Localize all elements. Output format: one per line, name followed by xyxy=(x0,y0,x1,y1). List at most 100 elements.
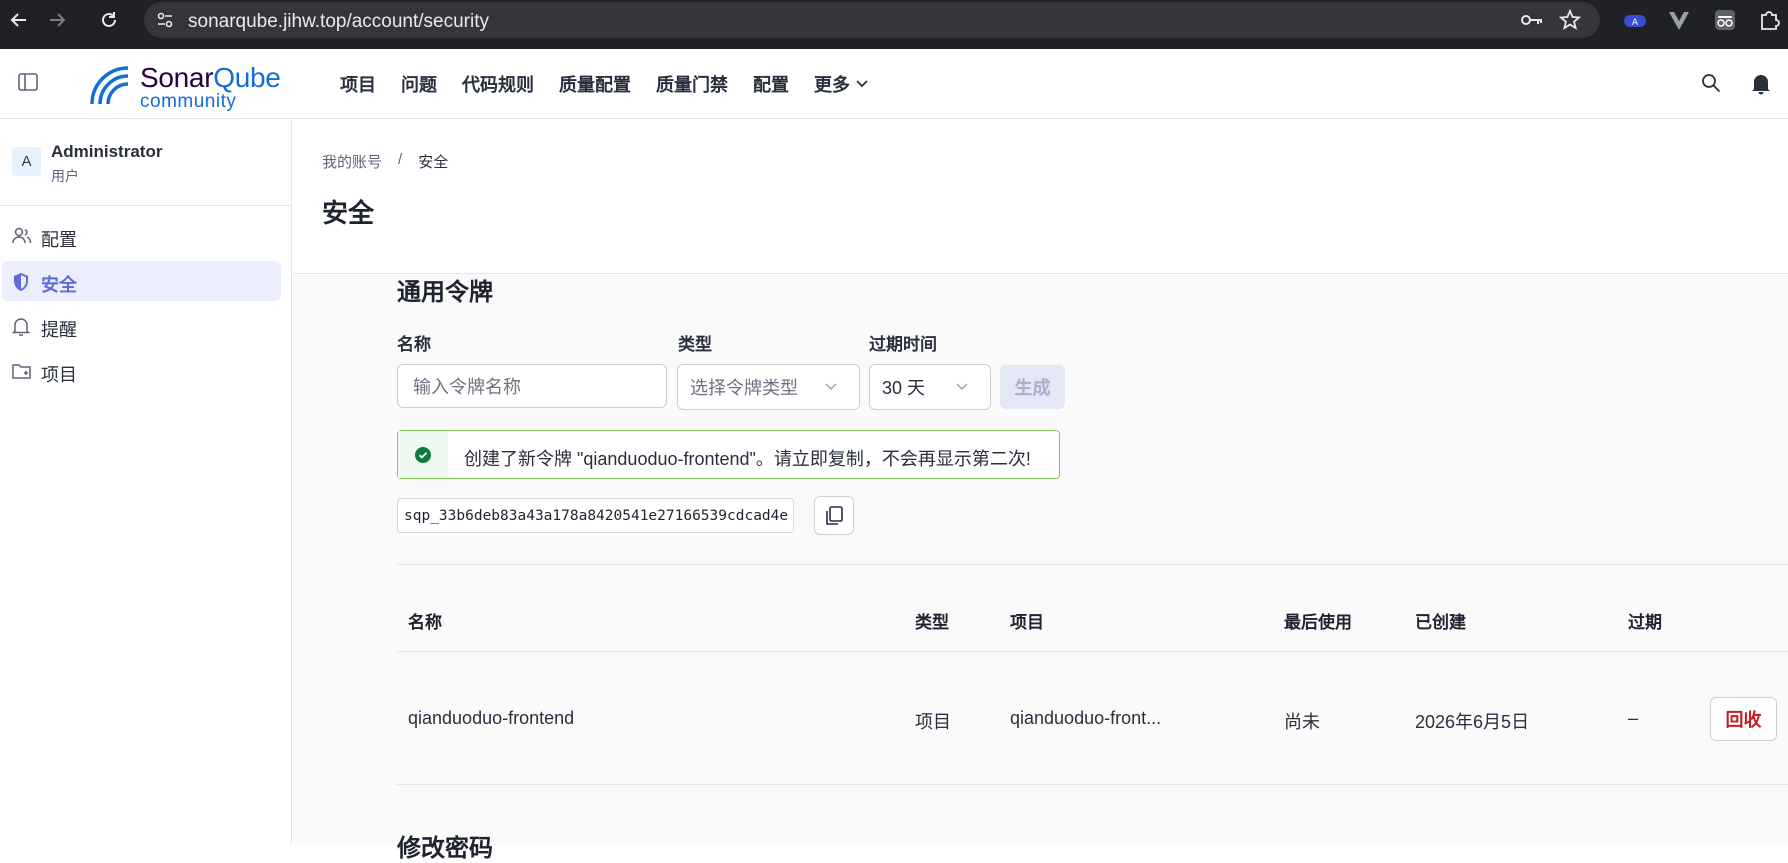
chevron-down-icon xyxy=(956,383,968,391)
cell-last-used: 尚未 xyxy=(1284,712,1320,732)
token-name-input[interactable]: 输入令牌名称 xyxy=(397,364,667,408)
breadcrumb-current: 安全 xyxy=(418,154,449,171)
account-sidebar: A Administrator 用户 配置 安全 提醒 项目 xyxy=(0,120,292,845)
col-header-project: 项目 xyxy=(1010,613,1044,632)
nav-issues[interactable]: 问题 xyxy=(401,73,437,95)
folder-icon xyxy=(12,362,32,380)
table-bottom-divider xyxy=(397,784,1788,785)
chevron-down-icon xyxy=(825,383,837,391)
generate-token-button[interactable]: 生成 xyxy=(1000,365,1065,409)
user-name: Administrator xyxy=(51,142,163,161)
nav-more-label: 更多 xyxy=(814,75,850,95)
notifications-bell-icon[interactable] xyxy=(1751,73,1771,95)
copy-token-button[interactable] xyxy=(814,496,854,535)
app-header: SonarQube community 项目 问题 代码规则 质量配置 质量门禁… xyxy=(0,49,1788,119)
nav-administration-label: 配置 xyxy=(753,75,789,95)
token-name-label: 名称 xyxy=(397,335,431,354)
nav-quality-gates[interactable]: 质量门禁 xyxy=(656,73,728,95)
tokens-section-title: 通用令牌 xyxy=(397,279,493,306)
cell-token-name: qianduoduo-frontend xyxy=(408,708,575,728)
sonarqube-waves-icon xyxy=(90,66,129,105)
section-divider xyxy=(397,564,1788,565)
browser-toolbar: sonarqube.jihw.top/account/security A xyxy=(0,0,1788,49)
sidebar-item-label: 提醒 xyxy=(41,320,77,340)
password-key-icon[interactable] xyxy=(1520,10,1544,30)
copy-icon xyxy=(825,505,843,526)
sidebar-item-label: 安全 xyxy=(41,275,77,295)
token-created-alert: 创建了新令牌 "qianduoduo-frontend"。请立即复制，不会再显示… xyxy=(397,430,1060,479)
sidebar-item-profile[interactable]: 配置 xyxy=(2,216,281,256)
bell-icon xyxy=(12,317,30,337)
logo-name-part1: Sonar xyxy=(140,62,214,93)
nav-more[interactable]: 更多 xyxy=(814,73,868,95)
token-expiry-select[interactable]: 30 天 xyxy=(869,364,991,410)
nav-administration[interactable]: 配置 xyxy=(753,73,789,95)
revoke-token-button[interactable]: 回收 xyxy=(1710,697,1777,741)
sonarqube-logo[interactable]: SonarQube community xyxy=(86,60,286,112)
sidebar-item-projects[interactable]: 项目 xyxy=(2,351,281,391)
table-header-divider xyxy=(397,651,1788,652)
breadcrumb-separator: / xyxy=(398,151,403,168)
logo-name-part2: Qube xyxy=(213,62,281,93)
users-icon xyxy=(12,227,32,245)
back-icon[interactable] xyxy=(6,7,32,33)
site-settings-icon[interactable] xyxy=(155,10,175,30)
avatar: A xyxy=(12,147,41,176)
sidebar-item-notifications[interactable]: 提醒 xyxy=(2,306,281,346)
forward-icon[interactable] xyxy=(44,7,70,33)
nav-quality-profiles[interactable]: 质量配置 xyxy=(559,73,631,95)
nav-projects[interactable]: 项目 xyxy=(340,73,376,95)
col-header-expiry: 过期 xyxy=(1628,613,1662,632)
nav-quality-profiles-label: 质量配置 xyxy=(559,75,631,95)
col-header-type: 类型 xyxy=(915,613,949,632)
extension-vue-icon[interactable] xyxy=(1668,11,1690,31)
token-type-label: 类型 xyxy=(678,335,712,354)
alert-message: 创建了新令牌 "qianduoduo-frontend"。请立即复制，不会再显示… xyxy=(464,449,1031,469)
sidebar-item-label: 配置 xyxy=(41,230,77,250)
col-header-name: 名称 xyxy=(408,613,442,632)
nav-rules[interactable]: 代码规则 xyxy=(462,73,534,95)
url-text: sonarqube.jihw.top/account/security xyxy=(188,11,490,32)
sidebar-item-security[interactable]: 安全 xyxy=(2,261,281,301)
address-bar[interactable]: sonarqube.jihw.top/account/security xyxy=(144,2,1600,38)
extension-translate-icon[interactable]: A xyxy=(1624,13,1648,29)
cell-token-type: 项目 xyxy=(915,712,951,732)
logo-edition: community xyxy=(140,91,237,112)
breadcrumb: 我的账号 / 安全 xyxy=(322,151,448,172)
col-header-last-used: 最后使用 xyxy=(1284,613,1352,632)
svg-text:A: A xyxy=(1632,18,1639,28)
sidebar-toggle-icon[interactable] xyxy=(18,73,38,91)
logo-name: SonarQube xyxy=(140,62,281,94)
page-header: 我的账号 / 安全 安全 xyxy=(293,120,1788,274)
nav-rules-label: 代码规则 xyxy=(462,75,534,95)
user-info: A Administrator 用户 xyxy=(0,120,292,206)
change-password-title: 修改密码 xyxy=(397,835,493,862)
cell-token-project: qianduoduo-front... xyxy=(1010,708,1162,728)
token-value-field[interactable]: sqp_33b6deb83a43a178a8420541e27166539cdc… xyxy=(397,498,794,533)
breadcrumb-my-account[interactable]: 我的账号 xyxy=(322,151,382,172)
sidebar-item-label: 项目 xyxy=(41,365,77,385)
token-expiry-value: 30 天 xyxy=(882,378,926,398)
token-name-placeholder: 输入令牌名称 xyxy=(413,377,521,397)
nav-quality-gates-label: 质量门禁 xyxy=(656,75,728,95)
cell-expiry: – xyxy=(1628,708,1639,728)
extensions-puzzle-icon[interactable] xyxy=(1758,9,1780,31)
chevron-down-icon xyxy=(856,80,868,88)
success-check-icon xyxy=(398,431,448,478)
extension-incognito-icon[interactable] xyxy=(1714,9,1736,31)
token-type-placeholder: 选择令牌类型 xyxy=(690,378,798,398)
col-header-created: 已创建 xyxy=(1415,613,1466,632)
token-expiry-label: 过期时间 xyxy=(869,335,937,354)
nav-issues-label: 问题 xyxy=(401,75,437,95)
cell-created: 2026年6月5日 xyxy=(1415,712,1530,732)
reload-icon[interactable] xyxy=(96,7,122,33)
main-content: 通用令牌 名称 类型 过期时间 输入令牌名称 选择令牌类型 30 天 生成 创建… xyxy=(293,274,1788,862)
bookmark-star-icon[interactable] xyxy=(1559,9,1581,31)
search-icon[interactable] xyxy=(1701,73,1721,93)
page-title: 安全 xyxy=(322,198,375,228)
top-navigation: 项目 问题 代码规则 质量配置 质量门禁 配置 更多 xyxy=(340,73,893,95)
token-type-select[interactable]: 选择令牌类型 xyxy=(677,364,860,410)
nav-projects-label: 项目 xyxy=(340,75,376,95)
shield-icon xyxy=(12,272,30,292)
user-role: 用户 xyxy=(51,168,79,184)
